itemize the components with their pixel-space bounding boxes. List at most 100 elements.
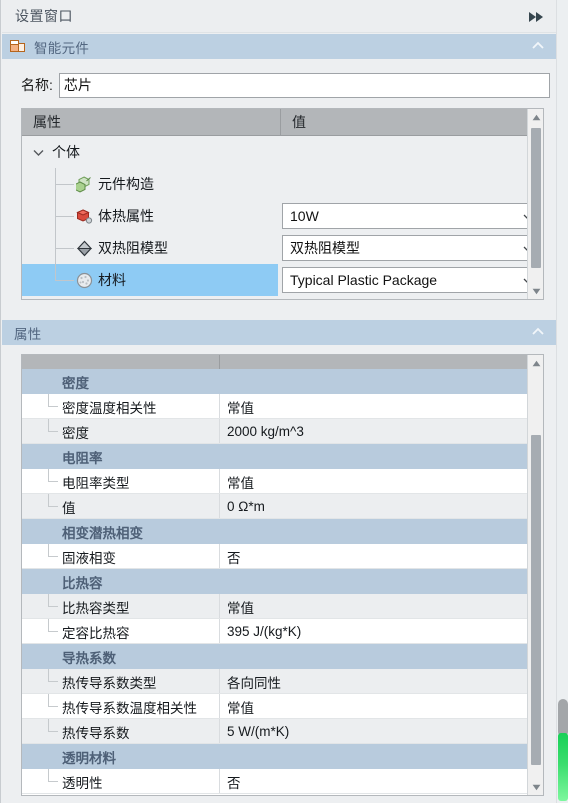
tree-node-label: 双热阻模型 [98,240,168,256]
tree-node-label-cell[interactable]: 双热阻模型 [22,232,278,264]
property-value-cell[interactable] [220,444,543,469]
property-value-cell[interactable]: 常值 [220,594,543,619]
property-group-row[interactable]: 导热系数 [22,644,543,669]
property-value-cell[interactable] [220,644,543,669]
property-value-cell[interactable]: 0 Ω*m [220,494,543,519]
property-name-cell: 定容比热容 [22,619,220,644]
property-group-row[interactable]: 透明材料 [22,744,543,769]
volumetric-heat-combobox[interactable]: 10W [282,203,543,229]
property-row[interactable]: 比热容类型 常值 [22,594,543,619]
combobox-value: 双热阻模型 [290,240,360,256]
tree-guide-elbow [48,619,58,644]
chevron-down-icon[interactable] [32,146,45,159]
property-row[interactable]: 值 0 Ω*m [22,494,543,519]
property-value-cell[interactable]: 常值 [220,394,543,419]
tree-node-label-cell[interactable]: 元件构造 [22,168,281,200]
tree-vertical-scrollbar[interactable] [527,109,543,299]
properties-section-title: 属性 [14,326,42,342]
property-group-label: 电阻率 [62,450,103,466]
property-name-cell: 透明材料 [22,744,220,769]
property-group-row[interactable]: 相变潜热相变 [22,519,543,544]
window-title: 设置窗口 [15,8,73,24]
tree-node-label-cell[interactable]: 材料 [22,264,278,296]
scroll-thumb[interactable] [531,128,541,268]
combobox-value: 10W [290,208,319,224]
scroll-up-arrow-icon[interactable] [528,109,543,125]
property-row[interactable]: 固液相变 否 [22,544,543,569]
tree-node-label-cell[interactable]: 体热属性 [22,200,278,232]
tree-node-value-cell: Typical Plastic Package [278,267,543,293]
tree-row-material[interactable]: 材料 Typical Plastic Package [22,264,543,296]
green-cubes-icon [76,176,93,193]
property-row[interactable]: 热传导系数温度相关性 常值 [22,694,543,719]
two-resistor-model-combobox[interactable]: 双热阻模型 [282,235,543,261]
property-group-label: 相变潜热相变 [62,525,143,541]
chevron-up-icon[interactable] [531,326,545,338]
name-row: 名称: [2,72,557,98]
page-vertical-scrollbar[interactable] [556,0,568,803]
property-value-cell[interactable] [220,569,543,594]
properties-table-header [22,355,543,369]
property-value-cell[interactable]: 各向同性 [220,669,543,694]
material-combobox[interactable]: Typical Plastic Package [282,267,543,293]
property-row[interactable]: 热传导系数类型 各向同性 [22,669,543,694]
scroll-thumb-upper[interactable] [558,699,568,737]
property-name-cell: 固液相变 [22,544,220,569]
tree-guide-elbow [48,669,58,694]
property-group-label: 比热容 [62,575,103,591]
scroll-thumb[interactable] [531,435,541,765]
property-group-row[interactable]: 密度 [22,369,543,394]
scroll-down-arrow-icon[interactable] [528,283,543,299]
property-value-cell[interactable]: 5 W/(m*K) [220,719,543,744]
tree-guide-elbow [48,719,58,744]
property-group-row[interactable]: 电阻率 [22,444,543,469]
properties-section-header[interactable]: 属性 [2,320,557,345]
property-value-cell[interactable]: 否 [220,544,543,569]
property-row[interactable]: 定容比热容 395 J/(kg*K) [22,619,543,644]
property-value-cell[interactable]: 常值 [220,694,543,719]
scroll-thumb-green[interactable] [558,733,568,801]
properties-vertical-scrollbar[interactable] [527,355,543,795]
properties-body: 密度 密度温度相关性 常值 密度 2000 kg/m^3 电阻率电阻率类型 常值值 0 Ω*m… [2,345,557,803]
property-value-cell[interactable]: 常值 [220,469,543,494]
tree-guide-elbow [48,469,58,494]
property-row[interactable]: 透明性 否 [22,769,543,794]
name-input[interactable] [58,72,550,98]
property-value-cell[interactable]: 否 [220,769,543,794]
property-row[interactable]: 热传导系数 5 W/(m*K) [22,719,543,744]
settings-panel: 设置窗口 智能元件 名称: 芯片 属性 值 个体 元件构造 体热属性 10W 双… [0,0,568,803]
window-titlebar: 设置窗口 [2,0,557,33]
properties-rows: 密度 密度温度相关性 常值 密度 2000 kg/m^3 电阻率电阻率类型 常值值 0 Ω*m… [22,369,543,794]
tree-guide-elbow [48,769,58,794]
property-group-row[interactable]: 比热容 [22,569,543,594]
property-value-cell[interactable] [220,369,543,394]
tree-guide-line [55,280,74,281]
tree-row-two-resistor-model[interactable]: 双热阻模型 双热阻模型 [22,232,543,264]
tree-guide-elbow [48,394,58,419]
property-row[interactable]: 密度 2000 kg/m^3 [22,419,543,444]
property-name-label: 比热容类型 [62,600,130,616]
smart-component-icon [10,39,26,54]
fast-forward-double-arrow-icon[interactable] [527,8,547,26]
red-cube-icon [76,208,93,225]
property-row[interactable]: 密度温度相关性 常值 [22,394,543,419]
property-name-cell: 热传导系数 [22,719,220,744]
tree-row-component-structure[interactable]: 元件构造 [22,168,543,200]
property-value-cell[interactable] [220,744,543,769]
smart-component-section-header[interactable]: 智能元件 [2,34,557,59]
tree-row-volumetric-heat[interactable]: 体热属性 10W [22,200,543,232]
property-value-cell[interactable] [220,519,543,544]
property-value-cell[interactable]: 395 J/(kg*K) [220,619,543,644]
scroll-up-arrow-icon[interactable] [528,355,543,371]
component-tree-table: 属性 值 个体 元件构造 体热属性 10W 双热阻模型 双热阻模型 材料 Typ… [21,108,544,300]
property-row[interactable]: 电阻率类型 常值 [22,469,543,494]
tree-root-label-cell[interactable]: 个体 [22,136,281,168]
scroll-down-arrow-icon[interactable] [528,779,543,795]
tree-node-value-cell: 10W [278,203,543,229]
tree-node-label: 体热属性 [98,208,154,224]
tree-row-root[interactable]: 个体 [22,136,543,168]
property-value-cell[interactable]: 2000 kg/m^3 [220,419,543,444]
property-name-cell: 密度 [22,369,220,394]
chevron-up-icon[interactable] [531,40,545,52]
row-divider [22,793,543,794]
